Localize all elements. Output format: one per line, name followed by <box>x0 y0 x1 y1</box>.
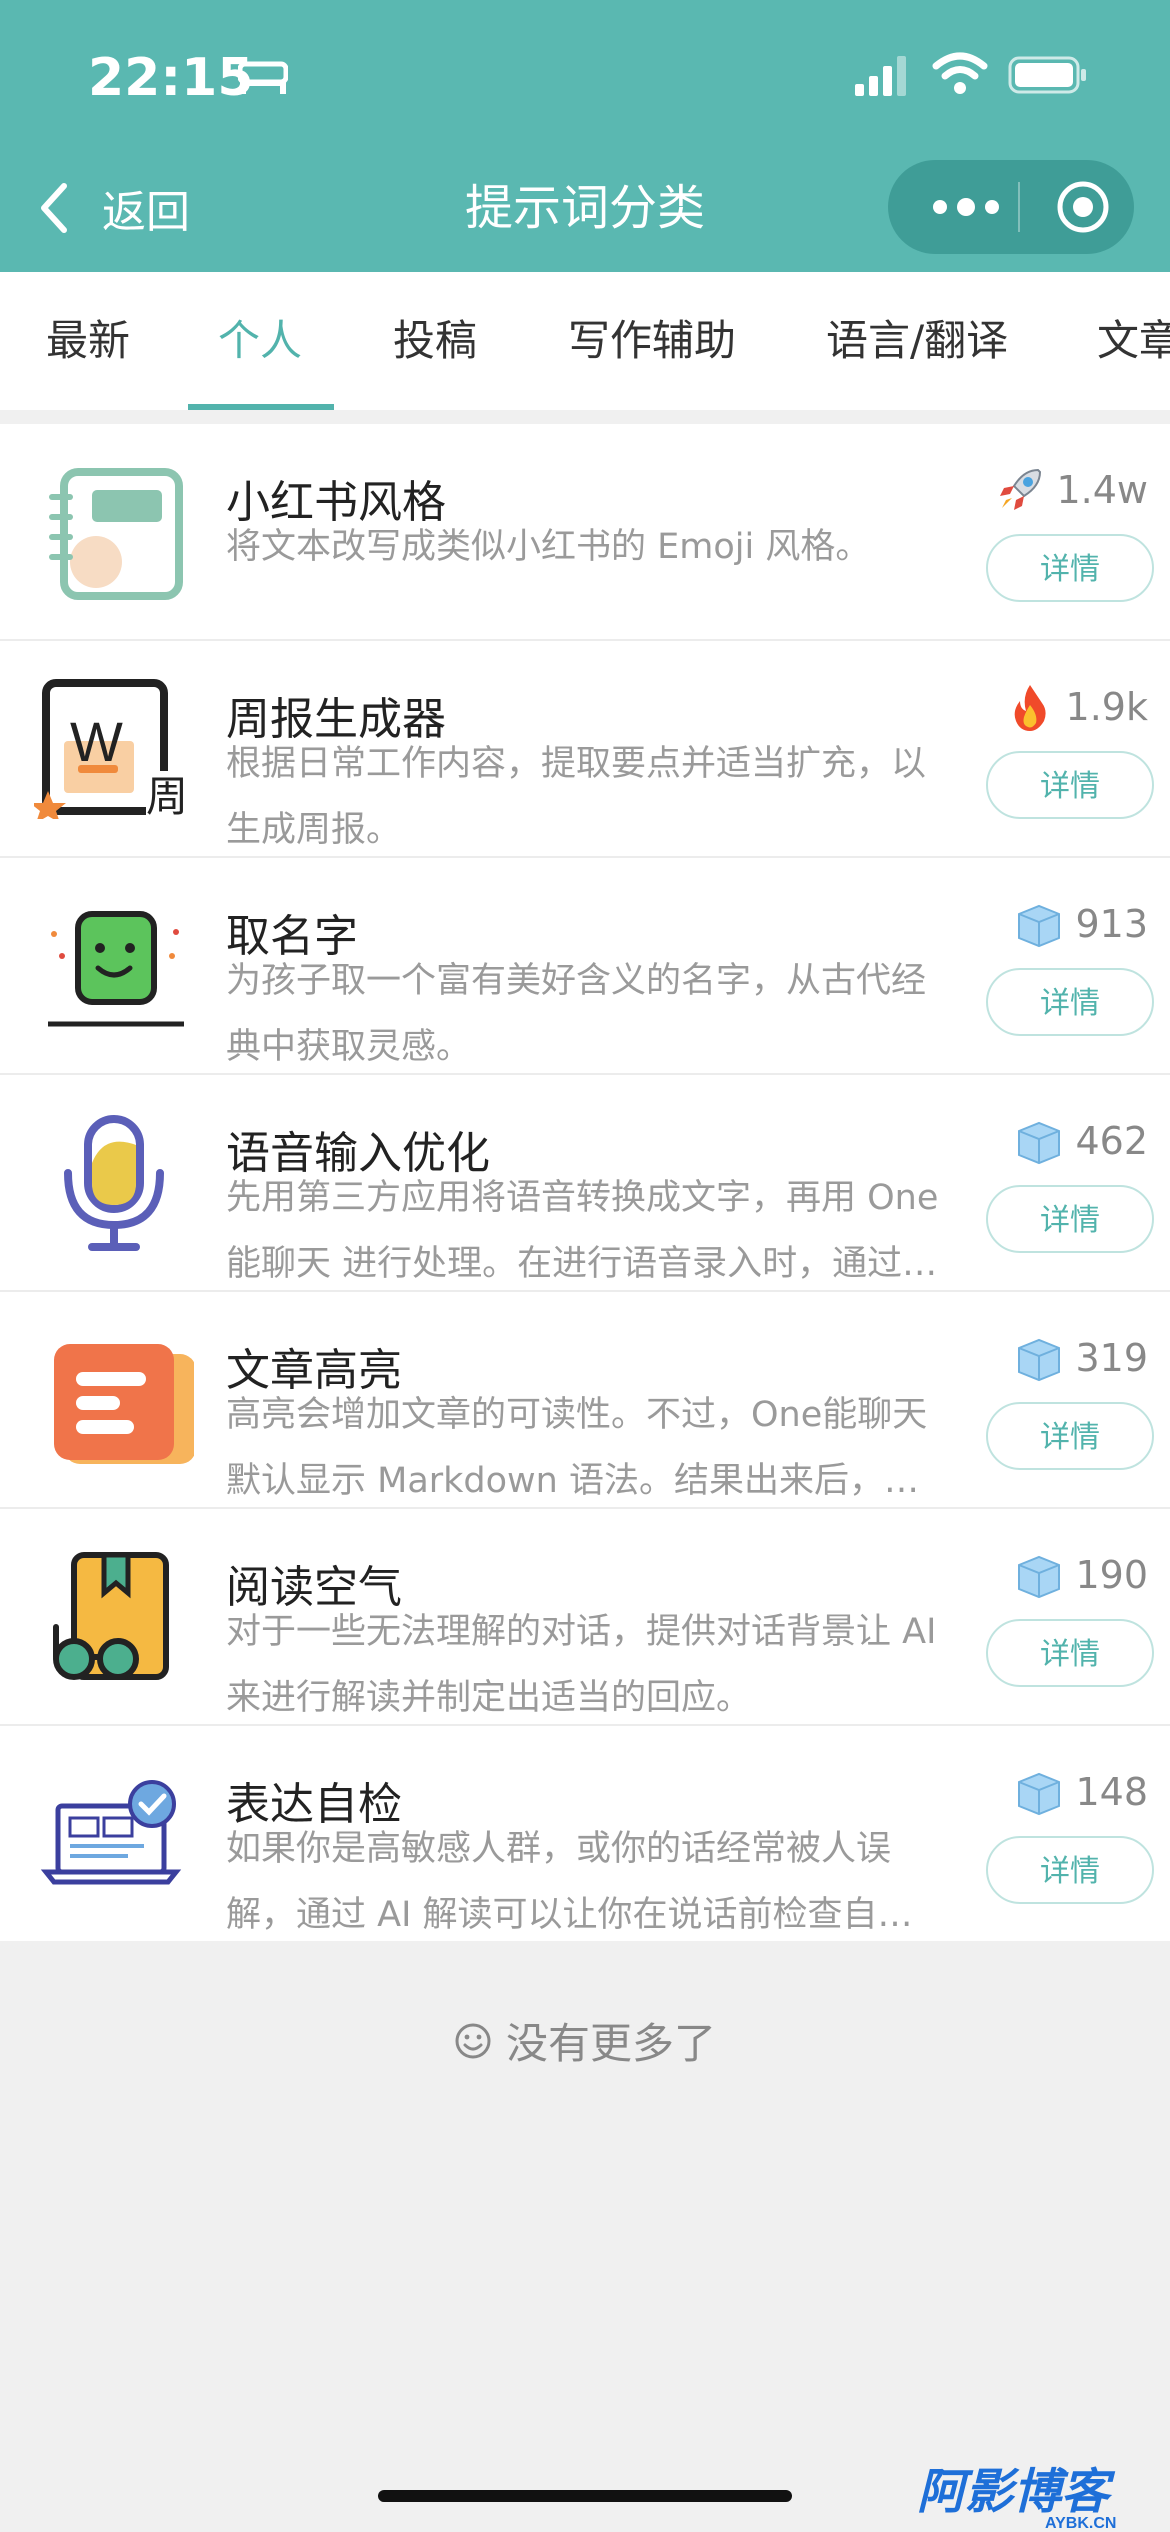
list-item[interactable]: 语音输入优化 先用第三方应用将语音转换成文字，再用 One能聊天 进行处理。在进… <box>0 1075 1170 1292</box>
count-value: 1.4w <box>1056 468 1148 512</box>
ice-cube-icon <box>1018 1555 1061 1599</box>
status-time: 22:15 <box>88 48 254 108</box>
ice-cube-icon <box>1018 904 1061 948</box>
usage-count: 1.9k <box>1004 679 1148 735</box>
svg-text:W: W <box>70 710 123 773</box>
list-item[interactable]: 文章高亮 高亮会增加文章的可读性。不过，One能聊天默认显示 Markdown … <box>0 1292 1170 1509</box>
active-tab-indicator <box>188 404 334 410</box>
wifi-icon <box>932 52 988 94</box>
prompt-list: 小红书风格 将文本改写成类似小红书的 Emoji 风格。 1.4w 详情 W 周… <box>0 424 1170 1941</box>
detail-button[interactable]: 详情 <box>986 1402 1154 1470</box>
smile-icon <box>455 2023 491 2058</box>
no-more-indicator: 没有更多了 <box>0 2010 1170 2071</box>
detail-button[interactable]: 详情 <box>986 1185 1154 1253</box>
tab-writing-assist[interactable]: 写作辅助 <box>568 272 736 410</box>
capsule-divider <box>1018 182 1020 232</box>
item-description: 先用第三方应用将语音转换成文字，再用 One能聊天 进行处理。在进行语音录入时，… <box>226 1178 939 1284</box>
item-description: 高亮会增加文章的可读性。不过，One能聊天默认显示 Markdown 语法。结果… <box>226 1395 928 1501</box>
detail-button[interactable]: 详情 <box>986 534 1154 602</box>
ice-cube-icon <box>1018 1772 1061 1816</box>
tab-personal[interactable]: 个人 <box>218 272 302 410</box>
count-value: 148 <box>1075 1770 1148 1814</box>
watermark-logo: 阿影博客 AYBK.CN <box>917 2464 1116 2532</box>
count-value: 1.9k <box>1065 685 1148 729</box>
item-description: 将文本改写成类似小红书的 Emoji 风格。 <box>226 527 871 567</box>
usage-count: 913 <box>1013 896 1148 952</box>
rocket-icon <box>1000 468 1042 510</box>
detail-button[interactable]: 详情 <box>986 751 1154 819</box>
item-description: 根据日常工作内容，提取要点并适当扩充，以生成周报。 <box>226 744 927 850</box>
list-item[interactable]: 阅读空气 对于一些无法理解的对话，提供对话背景让 AI 来进行解读并制定出适当的… <box>0 1509 1170 1726</box>
detail-button[interactable]: 详情 <box>986 1836 1154 1904</box>
tab-submissions[interactable]: 投稿 <box>393 272 477 410</box>
detail-button[interactable]: 详情 <box>986 1619 1154 1687</box>
count-value: 462 <box>1075 1119 1148 1163</box>
mini-program-capsule <box>888 160 1134 254</box>
fire-icon <box>1014 685 1046 731</box>
list-item[interactable]: 取名字 为孩子取一个富有美好含义的名字，从古代经典中获取灵感。 913 详情 <box>0 858 1170 1075</box>
list-item[interactable]: 小红书风格 将文本改写成类似小红书的 Emoji 风格。 1.4w 详情 <box>0 424 1170 641</box>
usage-count: 462 <box>1013 1113 1148 1169</box>
usage-count: 1.4w <box>994 462 1148 518</box>
document-highlight-icon <box>54 1344 194 1464</box>
notebook-icon <box>49 468 183 600</box>
cellular-signal-icon <box>855 56 906 96</box>
smiling-face-icon <box>48 911 184 1027</box>
no-more-text: 没有更多了 <box>505 2019 716 2068</box>
usage-count: 190 <box>1013 1547 1148 1603</box>
item-description: 如果你是高敏感人群，或你的话经常被人误解，通过 AI 解读可以让你在说话前检查自… <box>226 1829 913 1935</box>
item-description: 对于一些无法理解的对话，提供对话背景让 AI 来进行解读并制定出适当的回应。 <box>226 1612 937 1718</box>
item-description: 为孩子取一个富有美好含义的名字，从古代经典中获取灵感。 <box>226 961 927 1067</box>
detail-button[interactable]: 详情 <box>986 968 1154 1036</box>
status-bar: 22:15 <box>0 0 1170 150</box>
battery-icon <box>1008 56 1086 94</box>
watermark-subtext: AYBK.CN <box>1045 2515 1116 2532</box>
close-mini-program-icon[interactable] <box>1056 180 1110 234</box>
sleep-mode-icon <box>238 61 288 94</box>
laptop-check-icon <box>40 1780 182 1885</box>
count-value: 190 <box>1075 1553 1148 1597</box>
usage-count: 148 <box>1013 1764 1148 1820</box>
list-item[interactable]: W 周 周报生成器 根据日常工作内容，提取要点并适当扩充，以生成周报。 1.9k… <box>0 641 1170 858</box>
book-glasses-icon <box>53 1552 169 1680</box>
tab-latest[interactable]: 最新 <box>46 272 130 410</box>
home-indicator[interactable] <box>378 2490 792 2502</box>
count-value: 319 <box>1075 1336 1148 1380</box>
microphone-icon <box>64 1115 164 1251</box>
category-tabs: 最新 个人 投稿 写作辅助 语言/翻译 文章 <box>0 272 1170 410</box>
tab-language-translation[interactable]: 语言/翻译 <box>826 272 1008 410</box>
svg-text:周: 周 <box>146 772 188 819</box>
usage-count: 319 <box>1013 1330 1148 1386</box>
list-item[interactable]: 表达自检 如果你是高敏感人群，或你的话经常被人误解，通过 AI 解读可以让你在说… <box>0 1726 1170 1941</box>
ice-cube-icon <box>1018 1121 1061 1165</box>
weekly-report-icon: W 周 <box>34 679 194 819</box>
watermark-text: 阿影博客 <box>917 2464 1116 2520</box>
more-icon[interactable] <box>926 182 1006 232</box>
tab-articles[interactable]: 文章 <box>1097 272 1170 410</box>
ice-cube-icon <box>1018 1338 1061 1382</box>
count-value: 913 <box>1075 902 1148 946</box>
header: 22:15 返回 提示词分类 <box>0 0 1170 272</box>
